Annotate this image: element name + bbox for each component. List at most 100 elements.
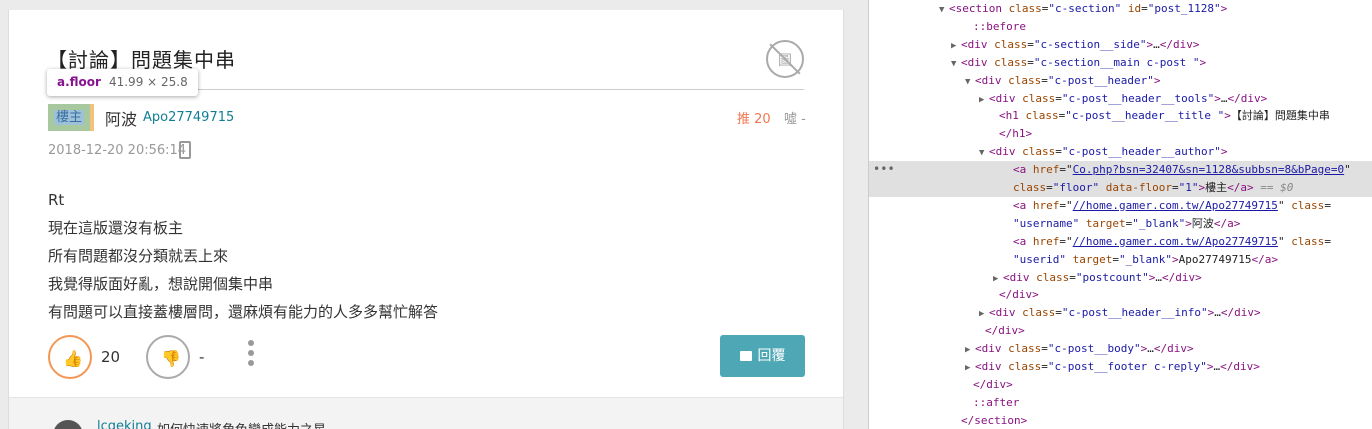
- expand-toggle-icon[interactable]: ▶: [965, 359, 975, 377]
- dom-token: "c-post__header__info": [1061, 306, 1208, 320]
- comment-username[interactable]: lcgeking: [97, 419, 152, 429]
- gp-count: 20: [101, 348, 121, 366]
- dom-token: href: [1032, 234, 1060, 248]
- dom-token: [1121, 2, 1128, 15]
- post-body-line: 現在這版還沒有板主: [48, 219, 184, 237]
- expand-toggle-icon[interactable]: ▶: [979, 305, 989, 323]
- dom-token: == $0: [1253, 181, 1294, 194]
- dom-node-line[interactable]: ▼ <section class="c-section" id="post_112…: [869, 0, 1372, 18]
- dom-node-line[interactable]: ::before: [869, 18, 1372, 36]
- dom-token: <div: [975, 342, 1009, 356]
- dom-token: [1066, 253, 1073, 266]
- dom-node-line[interactable]: ▶ <div class="c-post__footer c-reply">…</…: [869, 358, 1372, 376]
- dom-token: </section>: [961, 413, 1028, 427]
- dom-token: class: [1008, 2, 1042, 15]
- post-body-line: 我覺得版面好亂，想說開個集中串: [48, 275, 274, 293]
- dom-token: "floor": [1052, 181, 1100, 194]
- dom-node-line[interactable]: ▶ <div class="postcount">…</div>: [869, 269, 1372, 287]
- expand-toggle-icon[interactable]: ▼: [951, 55, 961, 73]
- dom-token: ::before: [973, 19, 1026, 33]
- forum-page: 【討論】問題集中串 圖 樓主 阿波 Apo27749715 推 20 噓 - 2…: [0, 0, 868, 429]
- dom-token: <div: [975, 360, 1009, 373]
- dom-node-line[interactable]: ::after: [869, 394, 1372, 412]
- dom-node-line[interactable]: </div>: [869, 376, 1372, 394]
- dom-token: <div: [961, 37, 995, 51]
- dom-node-line[interactable]: "userid" target="_blank">Apo27749715</a>: [869, 251, 1372, 269]
- dom-token: </a>: [1251, 252, 1278, 266]
- expand-toggle-icon[interactable]: ▶: [965, 341, 975, 359]
- dom-token: =: [1324, 198, 1331, 212]
- dom-token: </div>: [1161, 270, 1202, 284]
- dom-node-line[interactable]: ▶ <div class="c-post__header__tools">…</d…: [869, 90, 1372, 108]
- dom-token: </div>: [1220, 360, 1260, 373]
- dom-node-line[interactable]: </h1>: [869, 125, 1372, 143]
- mobile-icon: [179, 141, 191, 159]
- inspect-tooltip: a.floor 41.99 × 25.8: [47, 69, 198, 96]
- dom-node-line[interactable]: </div>: [869, 322, 1372, 340]
- dom-token: "username": [1013, 216, 1080, 230]
- dom-token: >: [1185, 216, 1192, 230]
- dom-node-line[interactable]: </section>: [869, 412, 1372, 429]
- dom-node-line[interactable]: <a href="//home.gamer.com.tw/Apo27749715…: [869, 233, 1372, 251]
- thumbs-down-button[interactable]: 👎: [146, 335, 190, 379]
- no-image-toggle-icon[interactable]: 圖: [766, 40, 804, 78]
- dom-token[interactable]: //home.gamer.com.tw/Apo27749715: [1073, 235, 1278, 248]
- expand-toggle-icon[interactable]: ▶: [993, 270, 1003, 288]
- dom-token: "1": [1178, 181, 1199, 194]
- dom-node-line[interactable]: ▼ <div class="c-post__header">: [869, 72, 1372, 90]
- push-count: 推 20: [737, 112, 771, 127]
- dom-token: </div>: [1153, 342, 1194, 356]
- dom-token: <a: [1013, 198, 1033, 212]
- dom-node-line[interactable]: ▼ <div class="c-section__main c-post ">: [869, 54, 1372, 72]
- dom-node-line[interactable]: <a href="//home.gamer.com.tw/Apo27749715…: [869, 197, 1372, 215]
- expand-toggle-icon[interactable]: ▼: [979, 144, 989, 162]
- dom-token: <div: [989, 306, 1023, 320]
- dom-token: =": [1059, 234, 1073, 248]
- dom-token: class: [1036, 270, 1070, 284]
- dom-token: =: [1041, 342, 1048, 356]
- dom-token: "post_1128": [1147, 2, 1221, 15]
- dom-node-line[interactable]: ▶ <div class="c-section__side">…</div>: [869, 36, 1372, 54]
- floor-link[interactable]: 樓主: [48, 104, 94, 131]
- username-link[interactable]: 阿波: [105, 106, 137, 130]
- dom-token: [1099, 181, 1106, 194]
- dom-token[interactable]: Co.php?bsn=32407&sn=1128&subbsn=8&bPage=…: [1073, 163, 1345, 176]
- dom-token: class: [1022, 306, 1056, 320]
- thumbs-up-button[interactable]: 👍: [48, 335, 92, 379]
- dom-node-line[interactable]: ▼ <div class="c-post__header__author">: [869, 143, 1372, 161]
- dom-node-line[interactable]: <h1 class="c-post__header__title ">【討論】問…: [869, 107, 1372, 125]
- expand-toggle-icon[interactable]: ▶: [951, 37, 961, 55]
- dom-token[interactable]: //home.gamer.com.tw/Apo27749715: [1073, 199, 1278, 212]
- dom-token: =: [1171, 181, 1179, 194]
- dom-token: …: [1155, 270, 1162, 284]
- dom-token: <div: [975, 73, 1009, 87]
- dom-node-selected[interactable]: <a href="Co.php?bsn=32407&sn=1128&subbsn…: [869, 161, 1372, 180]
- dom-token: class: [1008, 342, 1042, 356]
- dom-token: class: [1022, 91, 1056, 105]
- dom-node-line[interactable]: ▶ <div class="c-post__header__info">…</di…: [869, 304, 1372, 322]
- userid-link[interactable]: Apo27749715: [143, 110, 234, 125]
- dom-token: </div>: [1159, 37, 1200, 51]
- dom-token: =": [1059, 163, 1073, 177]
- dom-token: "c-section__side": [1033, 37, 1147, 51]
- dom-token: "c-post__header__tools": [1061, 91, 1215, 105]
- expand-toggle-icon[interactable]: ▼: [939, 1, 949, 19]
- dom-token: …: [1147, 342, 1154, 356]
- expand-toggle-icon[interactable]: ▶: [979, 91, 989, 109]
- dom-token: >: [1224, 109, 1231, 123]
- more-icon[interactable]: •••: [873, 162, 895, 176]
- dom-token: "c-section__main c-post ": [1033, 55, 1200, 69]
- dom-token: ": [1344, 163, 1351, 177]
- dom-node-selected[interactable]: class="floor" data-floor="1">樓主</a> == $…: [869, 179, 1372, 197]
- reply-button[interactable]: 回覆: [720, 335, 805, 377]
- dom-node-line[interactable]: ▶ <div class="c-post__body">…</div>: [869, 340, 1372, 358]
- dom-node-line[interactable]: "username" target="_blank">阿波</a>: [869, 215, 1372, 233]
- dom-token: >: [1153, 73, 1161, 87]
- expand-toggle-icon[interactable]: ▼: [965, 73, 975, 91]
- dom-node-line[interactable]: </div>: [869, 286, 1372, 304]
- dom-token: <h1: [999, 109, 1026, 123]
- avatar[interactable]: [53, 420, 83, 429]
- more-options-icon[interactable]: [247, 340, 255, 370]
- dom-token: ": [1277, 234, 1292, 248]
- dom-token: </div>: [999, 288, 1039, 302]
